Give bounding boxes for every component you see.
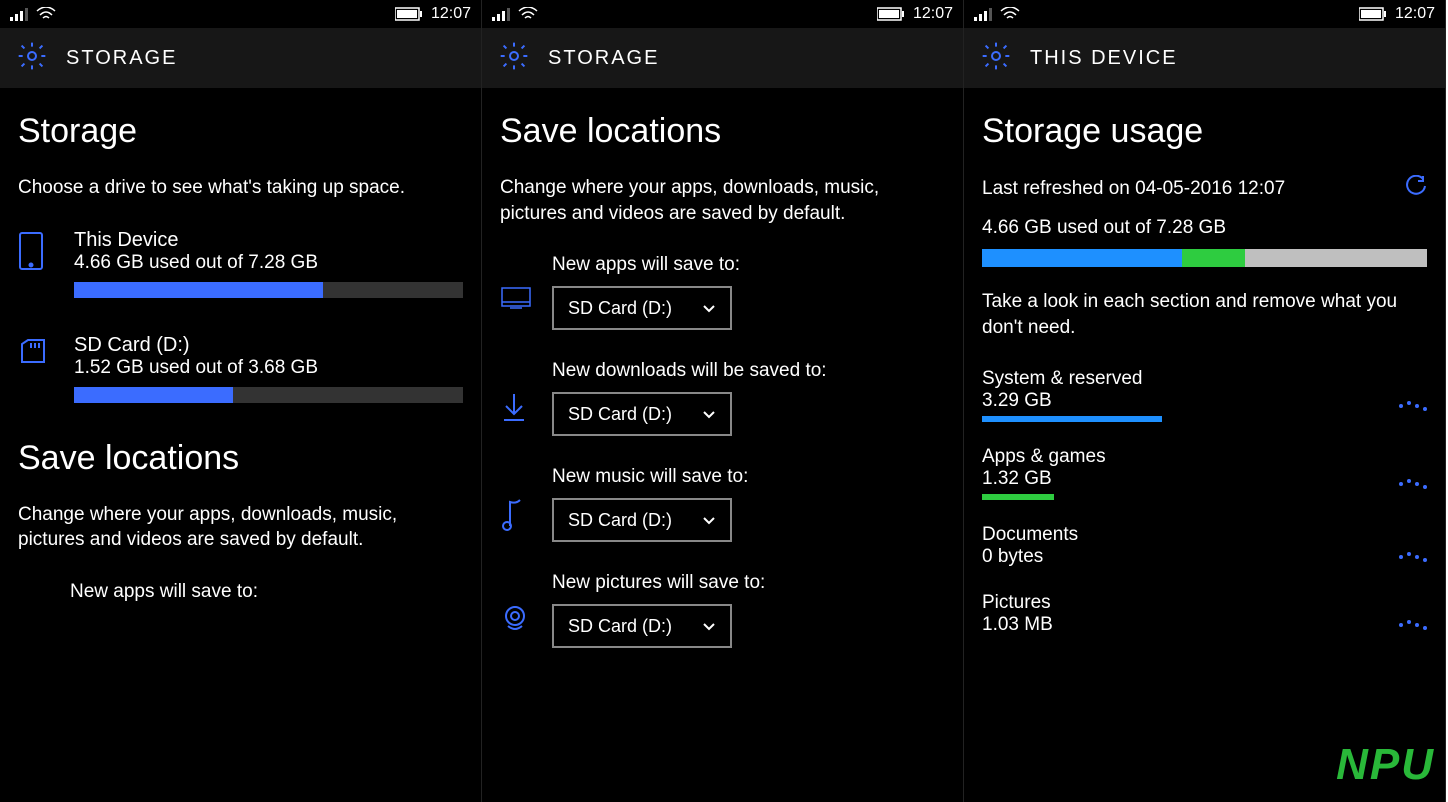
category-name: Documents bbox=[982, 524, 1427, 546]
category-system[interactable]: System & reserved 3.29 GB bbox=[982, 368, 1427, 422]
usage-summary: 4.66 GB used out of 7.28 GB bbox=[982, 217, 1427, 239]
category-name: System & reserved bbox=[982, 368, 1427, 390]
dropdown-value: SD Card (D:) bbox=[568, 298, 672, 319]
gear-icon[interactable] bbox=[16, 40, 48, 77]
usage-breakdown-bar bbox=[982, 249, 1427, 267]
category-size: 1.32 GB bbox=[982, 468, 1381, 490]
loading-icon bbox=[1399, 555, 1427, 559]
wifi-icon bbox=[36, 7, 56, 21]
status-bar: 12:07 bbox=[964, 0, 1445, 28]
page-header: STORAGE bbox=[0, 28, 481, 88]
status-bar: 12:07 bbox=[482, 0, 963, 28]
drive-name: SD Card (D:) bbox=[74, 334, 463, 357]
page-header: THIS DEVICE bbox=[964, 28, 1445, 88]
gear-icon[interactable] bbox=[498, 40, 530, 77]
save-locations-intro: Change where your apps, downloads, music… bbox=[18, 502, 463, 553]
download-icon bbox=[500, 392, 532, 427]
sd-card-icon bbox=[18, 336, 50, 371]
intro-text: Change where your apps, downloads, music… bbox=[500, 175, 945, 226]
save-label: New downloads will be saved to: bbox=[552, 360, 945, 382]
gear-icon[interactable] bbox=[980, 40, 1012, 77]
category-size: 0 bytes bbox=[982, 546, 1381, 568]
chevron-down-icon bbox=[702, 404, 716, 425]
signal-icon bbox=[974, 7, 992, 21]
screen-storage-usage: 12:07 THIS DEVICE Storage usage Last ref… bbox=[964, 0, 1446, 802]
chevron-down-icon bbox=[702, 298, 716, 319]
category-pictures[interactable]: Pictures 1.03 MB bbox=[982, 592, 1427, 636]
header-title: THIS DEVICE bbox=[1030, 47, 1178, 70]
intro-text: Choose a drive to see what's taking up s… bbox=[18, 175, 463, 201]
battery-icon bbox=[1359, 7, 1387, 21]
apps-location-dropdown[interactable]: SD Card (D:) bbox=[552, 286, 732, 330]
header-title: STORAGE bbox=[548, 47, 659, 70]
save-label: New music will save to: bbox=[552, 466, 945, 488]
status-time: 12:07 bbox=[431, 5, 471, 23]
category-documents[interactable]: Documents 0 bytes bbox=[982, 524, 1427, 568]
signal-icon bbox=[10, 7, 28, 21]
save-row-downloads: New downloads will be saved to: SD Card … bbox=[500, 360, 945, 436]
screen-storage-overview: 12:07 STORAGE Storage Choose a drive to … bbox=[0, 0, 482, 802]
phone-icon bbox=[18, 231, 50, 276]
dropdown-value: SD Card (D:) bbox=[568, 510, 672, 531]
wifi-icon bbox=[1000, 7, 1020, 21]
save-label: New apps will save to: bbox=[552, 254, 945, 276]
page-header: STORAGE bbox=[482, 28, 963, 88]
refresh-icon[interactable] bbox=[1405, 175, 1427, 203]
page-title: Save locations bbox=[500, 112, 945, 151]
page-title: Storage bbox=[18, 112, 463, 151]
last-refreshed: Last refreshed on 04-05-2016 12:07 bbox=[982, 178, 1285, 200]
drive-name: This Device bbox=[74, 229, 463, 252]
battery-icon bbox=[395, 7, 423, 21]
wifi-icon bbox=[518, 7, 538, 21]
category-name: Pictures bbox=[982, 592, 1427, 614]
category-name: Apps & games bbox=[982, 446, 1427, 468]
dropdown-value: SD Card (D:) bbox=[568, 616, 672, 637]
chevron-down-icon bbox=[702, 616, 716, 637]
status-time: 12:07 bbox=[913, 5, 953, 23]
screen-save-locations: 12:07 STORAGE Save locations Change wher… bbox=[482, 0, 964, 802]
usage-bar bbox=[74, 282, 463, 298]
category-size: 1.03 MB bbox=[982, 614, 1381, 636]
pictures-location-dropdown[interactable]: SD Card (D:) bbox=[552, 604, 732, 648]
page-title: Storage usage bbox=[982, 112, 1427, 151]
category-apps[interactable]: Apps & games 1.32 GB bbox=[982, 446, 1427, 500]
dropdown-value: SD Card (D:) bbox=[568, 404, 672, 425]
save-locations-title: Save locations bbox=[18, 439, 463, 478]
loading-icon bbox=[1399, 404, 1427, 408]
save-row-apps: New apps will save to: SD Card (D:) bbox=[500, 254, 945, 330]
save-label: New pictures will save to: bbox=[552, 572, 945, 594]
signal-icon bbox=[492, 7, 510, 21]
save-row-pictures: New pictures will save to: SD Card (D:) bbox=[500, 572, 945, 648]
drive-sd-card[interactable]: SD Card (D:) 1.52 GB used out of 3.68 GB bbox=[18, 334, 463, 403]
save-row-music: New music will save to: SD Card (D:) bbox=[500, 466, 945, 542]
camera-icon bbox=[500, 604, 532, 639]
partial-row-label: New apps will save to: bbox=[18, 581, 463, 603]
drive-usage: 1.52 GB used out of 3.68 GB bbox=[74, 357, 463, 379]
header-title: STORAGE bbox=[66, 47, 177, 70]
downloads-location-dropdown[interactable]: SD Card (D:) bbox=[552, 392, 732, 436]
chevron-down-icon bbox=[702, 510, 716, 531]
music-location-dropdown[interactable]: SD Card (D:) bbox=[552, 498, 732, 542]
status-time: 12:07 bbox=[1395, 5, 1435, 23]
battery-icon bbox=[877, 7, 905, 21]
hint-text: Take a look in each section and remove w… bbox=[982, 289, 1427, 340]
category-size: 3.29 GB bbox=[982, 390, 1381, 412]
apps-icon bbox=[500, 286, 532, 317]
loading-icon bbox=[1399, 482, 1427, 486]
usage-bar bbox=[74, 387, 463, 403]
music-icon bbox=[500, 498, 532, 537]
loading-icon bbox=[1399, 623, 1427, 627]
drive-this-device[interactable]: This Device 4.66 GB used out of 7.28 GB bbox=[18, 229, 463, 298]
status-bar: 12:07 bbox=[0, 0, 481, 28]
drive-usage: 4.66 GB used out of 7.28 GB bbox=[74, 252, 463, 274]
